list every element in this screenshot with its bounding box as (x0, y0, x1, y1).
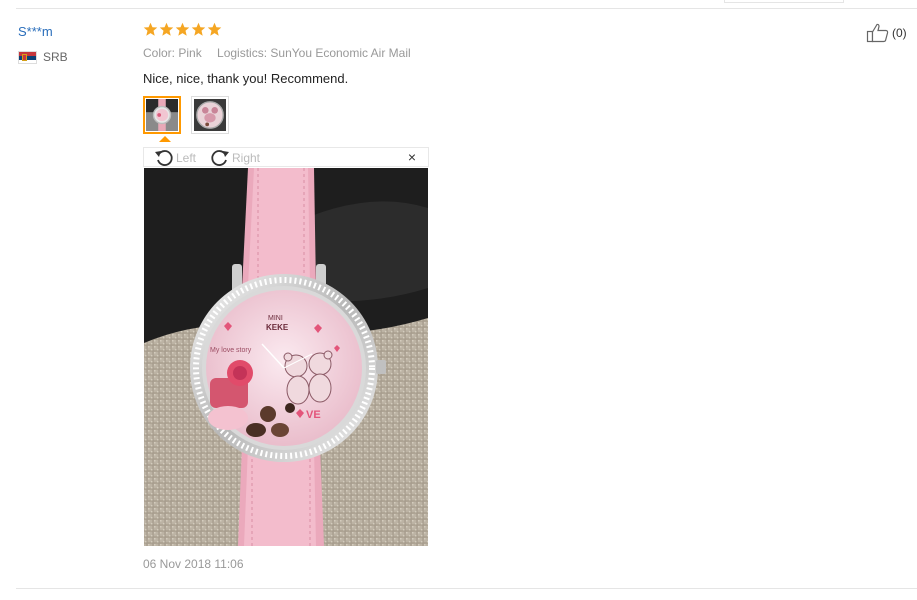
svg-text:My love story: My love story (210, 347, 252, 354)
photo-viewer: Left Right × MINI KEKE My love story VE (143, 147, 429, 547)
svg-text:MINI: MINI (268, 315, 283, 322)
rotate-right-label: Right (232, 151, 261, 165)
review-meta: Color: Pink Logistics: SunYou Economic A… (143, 46, 423, 60)
rotate-left-icon (155, 150, 173, 166)
serbia-flag-icon (18, 50, 37, 64)
svg-text:KEKE: KEKE (266, 323, 289, 332)
rotate-right-button[interactable]: Right (210, 149, 260, 167)
helpful-count: (0) (892, 26, 907, 40)
rotate-left-label: Left (176, 151, 197, 165)
review-photo-thumbnails (143, 96, 229, 134)
svg-text:VE: VE (306, 409, 321, 421)
bottom-divider (16, 588, 917, 589)
star-icon (191, 22, 206, 36)
top-divider (16, 8, 917, 9)
thumbs-up-icon (866, 23, 889, 43)
helpful-button[interactable]: (0) (866, 23, 907, 43)
close-viewer-button[interactable]: × (408, 149, 416, 165)
star-icon (159, 22, 174, 36)
star-icon (207, 22, 222, 36)
watch-photo-thumbnail-image (146, 99, 178, 131)
review-date: 06 Nov 2018 11:06 (143, 557, 244, 571)
country-code: SRB (43, 50, 68, 64)
reviewer-country: SRB (18, 50, 68, 64)
rating-stars (143, 22, 222, 37)
previous-control-edge (724, 0, 844, 3)
review-photo-pink-watch: MINI KEKE My love story VE (144, 168, 428, 546)
selected-thumbnail-indicator (159, 136, 171, 142)
photo-thumbnail-2[interactable] (191, 96, 229, 134)
reviewer-name[interactable]: S***m (18, 24, 53, 39)
logistics-attribute: Logistics: SunYou Economic Air Mail (217, 46, 411, 60)
photo-thumbnail-1[interactable] (143, 96, 181, 134)
rotate-right-icon (211, 150, 229, 166)
review-comment: Nice, nice, thank you! Recommend. (143, 71, 349, 86)
watch-closeup-thumbnail-image (194, 99, 226, 131)
star-icon (175, 22, 190, 36)
star-icon (143, 22, 158, 36)
close-icon: × (407, 149, 416, 165)
color-attribute: Color: Pink (143, 46, 202, 60)
rotate-left-button[interactable]: Left (154, 149, 196, 167)
photo-viewer-toolbar: Left Right × (143, 147, 429, 167)
